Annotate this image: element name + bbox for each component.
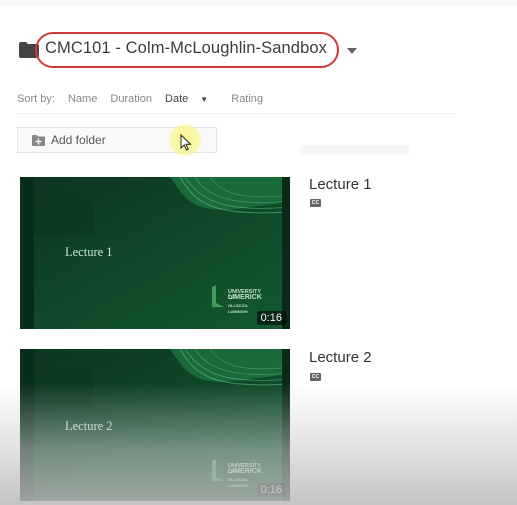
sort-option-duration[interactable]: Duration: [110, 93, 152, 105]
divider: [17, 113, 455, 114]
university-logo: UNIVERSITY OF LIMERICK OLLSCOIL LUIMNIGH: [210, 283, 266, 314]
cc-icon: CC: [310, 199, 321, 207]
sort-option-date[interactable]: Date ▼: [165, 93, 218, 105]
sort-option-name[interactable]: Name: [68, 93, 97, 105]
sort-option-date-label: Date: [165, 93, 189, 105]
sort-bar: Sort by: Name Duration Date ▼ Rating: [17, 93, 273, 105]
add-folder-icon: [32, 135, 45, 146]
video-thumbnail[interactable]: Lecture 1 UNIVERSITY OF LIMERICK OLLSCOI…: [20, 177, 290, 329]
video-title[interactable]: Lecture 1: [309, 176, 372, 193]
mouse-pointer-icon: [180, 134, 192, 151]
logo-line-2: LIMERICK: [228, 294, 262, 301]
logo-mark-icon: [212, 459, 224, 481]
cc-icon: CC: [310, 373, 321, 381]
video-title[interactable]: Lecture 2: [309, 349, 372, 366]
caret-down-icon[interactable]: [347, 47, 357, 55]
top-divider: [0, 0, 517, 6]
folder-header: CMC101 - Colm-McLoughlin-Sandbox: [17, 32, 437, 68]
red-highlight-annotation: [35, 32, 339, 68]
logo-mark-icon: [212, 285, 224, 307]
slide-title-text: Lecture 2: [65, 419, 113, 433]
caret-down-icon: ▼: [200, 95, 209, 104]
sort-option-rating[interactable]: Rating: [231, 93, 263, 105]
logo-line-2: LIMERICK: [228, 468, 262, 475]
add-folder-label: Add folder: [51, 133, 106, 147]
slide-title-text: Lecture 1: [65, 245, 113, 259]
video-thumbnail[interactable]: Lecture 2 UNIVERSITY OF LIMERICK OLLSCOI…: [20, 349, 290, 501]
placeholder-bar: [300, 145, 410, 155]
video-duration: 0:16: [256, 483, 286, 497]
sort-label: Sort by:: [17, 93, 55, 105]
video-duration: 0:16: [256, 311, 286, 325]
